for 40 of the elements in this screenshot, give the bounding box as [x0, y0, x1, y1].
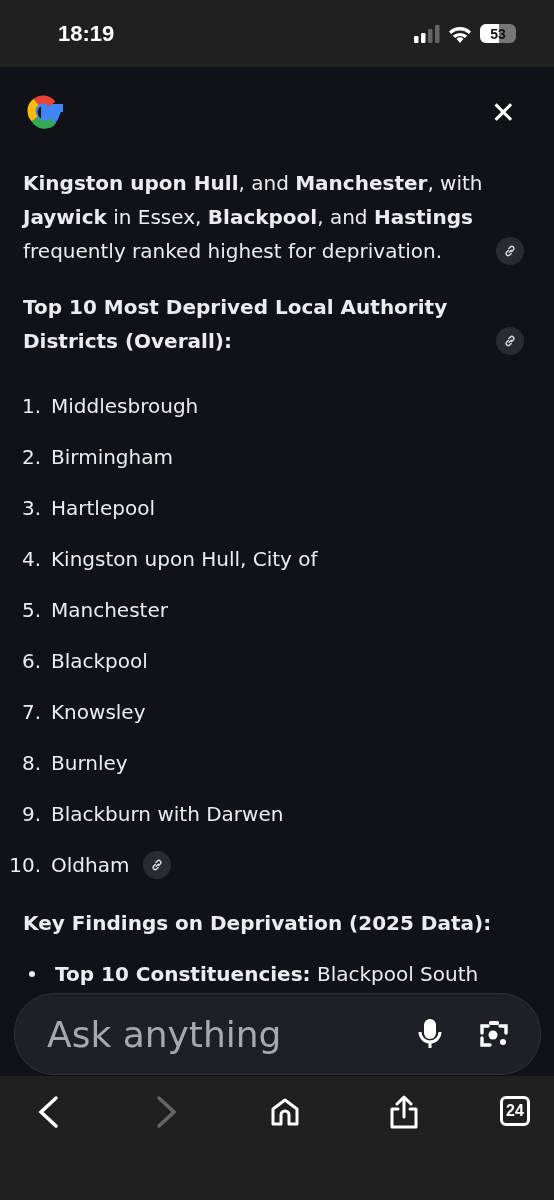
list-heading: Top 10 Most Deprived Local Authority Districts (Overall):	[23, 294, 449, 355]
list-number: 10.	[8, 852, 41, 877]
list-number: 9.	[20, 801, 41, 826]
list-number: 8.	[20, 750, 41, 775]
list-number: 3.	[20, 495, 41, 520]
list-number: 7.	[20, 699, 41, 724]
list-item-text: Kingston upon Hull, City of	[51, 546, 318, 571]
list-item-text: Blackburn with Darwen	[51, 801, 284, 826]
list-item-text: Blackpool	[51, 648, 148, 673]
link-icon[interactable]	[496, 237, 524, 265]
ask-field[interactable]: Ask anything	[45, 1012, 382, 1056]
list-number: 5.	[20, 597, 41, 622]
link-icon[interactable]	[496, 327, 524, 355]
list-item-text: Middlesbrough	[51, 393, 199, 418]
microphone-icon[interactable]	[418, 1018, 442, 1050]
list-item-text: Knowsley	[51, 699, 146, 724]
home-icon[interactable]	[270, 1097, 300, 1127]
wifi-icon	[448, 24, 472, 43]
bullet-icon	[29, 971, 35, 977]
signal-icon	[414, 24, 440, 43]
share-icon[interactable]	[388, 1095, 419, 1129]
close-button[interactable]: ✕	[490, 94, 516, 130]
status-time: 18:19	[58, 20, 115, 47]
list-item-text: Burnley	[51, 750, 128, 775]
bullet-text: Top 10 Constituencies: Blackpool South	[55, 962, 479, 986]
section-heading: Key Findings on Deprivation (2025 Data):	[23, 910, 493, 937]
search-bar[interactable]: Ask anything	[14, 993, 541, 1075]
list-item-text: Manchester	[51, 597, 168, 622]
list-number: 6.	[20, 648, 41, 673]
back-icon[interactable]	[36, 1095, 60, 1129]
list-item-text: Hartlepool	[51, 495, 155, 520]
list-number: 2.	[20, 444, 41, 469]
list-number: 4.	[20, 546, 41, 571]
paragraph: Kingston upon Hull, and Manchester, with Jaywick in Essex, Blackpool, and Hastings frequently ranked highest for deprivation.	[23, 170, 484, 265]
list-item-text: Oldham	[51, 852, 130, 877]
list-number: 1.	[20, 393, 41, 418]
link-icon[interactable]	[143, 850, 172, 879]
list-item-text: Birmingham	[51, 444, 173, 469]
camera-icon[interactable]	[478, 1019, 510, 1049]
tabs-button[interactable]: 24	[500, 1096, 530, 1126]
